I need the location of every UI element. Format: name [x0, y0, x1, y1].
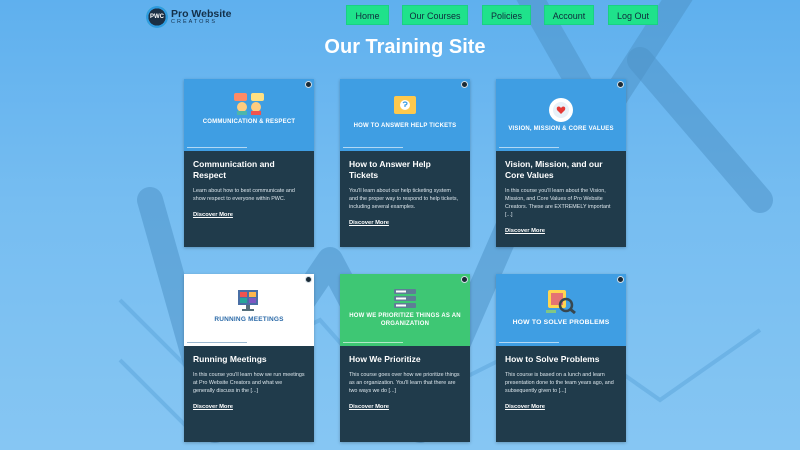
- discover-more-link[interactable]: Discover More: [505, 404, 545, 410]
- nav-our-courses-button[interactable]: Our Courses: [402, 5, 468, 25]
- course-title[interactable]: Communication and Respect: [193, 159, 305, 181]
- thumbnail-label: RUNNING MEETINGS: [214, 316, 284, 323]
- thumbnail-badge-icon: [617, 81, 624, 88]
- course-thumbnail[interactable]: HOW WE PRIORITIZE THINGS AS AN ORGANIZAT…: [340, 274, 470, 346]
- thumbnail-badge-icon: [305, 81, 312, 88]
- thumbnail-badge-icon: [461, 276, 468, 283]
- course-thumbnail[interactable]: RUNNING MEETINGS: [184, 274, 314, 346]
- course-description: This course is based on a lunch and lear…: [505, 372, 614, 394]
- course-thumbnail[interactable]: HOW TO SOLVE PROBLEMS: [496, 274, 626, 346]
- thumbnail-label: VISION, MISSION & CORE VALUES: [508, 126, 614, 132]
- thumbnail-progress-line: [187, 342, 247, 343]
- nav-log-out-button[interactable]: Log Out: [608, 5, 658, 25]
- thumbnail-progress-line: [499, 147, 559, 148]
- course-title[interactable]: Vision, Mission, and our Core Values: [505, 159, 617, 181]
- course-title[interactable]: How to Solve Problems: [505, 354, 617, 365]
- nav-policies-button[interactable]: Policies: [482, 5, 531, 25]
- course-thumbnail[interactable]: HOW TO ANSWER HELP TICKETS: [340, 79, 470, 151]
- course-description: Learn about how to best communicate and …: [193, 188, 295, 202]
- video-meeting-icon: [238, 290, 258, 311]
- course-title[interactable]: Running Meetings: [193, 354, 305, 365]
- course-description: In this course you'll learn about the Vi…: [505, 188, 611, 218]
- course-card-running-meetings[interactable]: RUNNING MEETINGS Running Meetings In thi…: [184, 274, 314, 442]
- course-description: This course goes over how we prioritize …: [349, 372, 460, 394]
- discover-more-link[interactable]: Discover More: [193, 212, 233, 218]
- thumbnail-badge-icon: [461, 81, 468, 88]
- discover-more-link[interactable]: Discover More: [193, 404, 233, 410]
- thumbnail-badge-icon: [305, 276, 312, 283]
- nav-account-button[interactable]: Account: [544, 5, 594, 25]
- course-thumbnail[interactable]: VISION, MISSION & CORE VALUES: [496, 79, 626, 151]
- people-talking-icon: [234, 93, 264, 115]
- course-thumbnail[interactable]: COMMUNICATION & RESPECT: [184, 79, 314, 151]
- course-card-vision-mission[interactable]: VISION, MISSION & CORE VALUES Vision, Mi…: [496, 79, 626, 247]
- course-card-prioritize[interactable]: HOW WE PRIORITIZE THINGS AS AN ORGANIZAT…: [340, 274, 470, 442]
- course-description: In this course you'll learn how we run m…: [193, 372, 305, 394]
- thumbnail-badge-icon: [617, 276, 624, 283]
- thumbnail-progress-line: [499, 342, 559, 343]
- thumbnail-label: HOW WE PRIORITIZE THINGS AS AN ORGANIZAT…: [349, 313, 461, 327]
- course-card-communication[interactable]: COMMUNICATION & RESPECT Communication an…: [184, 79, 314, 247]
- thumbnail-progress-line: [187, 147, 247, 148]
- thumbnail-label: COMMUNICATION & RESPECT: [202, 119, 296, 125]
- course-title[interactable]: How to Answer Help Tickets: [349, 159, 461, 181]
- discover-more-link[interactable]: Discover More: [349, 220, 389, 226]
- course-title[interactable]: How We Prioritize: [349, 354, 461, 365]
- course-description: You'll learn about our help ticketing sy…: [349, 188, 459, 210]
- main-nav: Home Our Courses Policies Account Log Ou…: [0, 5, 800, 25]
- course-card-solve-problems[interactable]: HOW TO SOLVE PROBLEMS How to Solve Probl…: [496, 274, 626, 442]
- discover-more-link[interactable]: Discover More: [349, 404, 389, 410]
- thumbnail-label: HOW TO ANSWER HELP TICKETS: [353, 123, 457, 129]
- thumbnail-label: HOW TO SOLVE PROBLEMS: [512, 319, 610, 326]
- problem-solving-icon: [546, 290, 576, 314]
- nav-home-button[interactable]: Home: [346, 5, 389, 25]
- help-ticket-icon: [394, 96, 416, 114]
- page-title: Our Training Site: [324, 36, 486, 58]
- priority-list-icon: [394, 289, 416, 308]
- course-card-help-tickets[interactable]: HOW TO ANSWER HELP TICKETS How to Answer…: [340, 79, 470, 247]
- heart-target-icon: [549, 98, 573, 122]
- thumbnail-progress-line: [343, 342, 403, 343]
- discover-more-link[interactable]: Discover More: [505, 228, 545, 234]
- thumbnail-progress-line: [343, 147, 403, 148]
